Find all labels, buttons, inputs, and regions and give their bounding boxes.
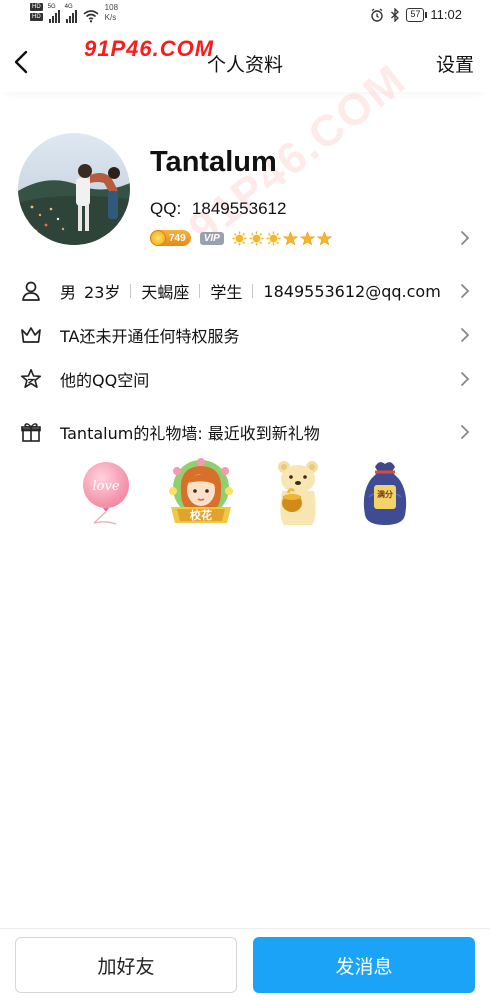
love-balloon-icon: love [83,462,129,525]
add-friend-button[interactable]: 加好友 [15,937,237,993]
gen-label-2: 4G [64,4,73,10]
bag-text: 满分 [377,489,393,499]
signal-icon-2: 4G [64,4,77,23]
avatar[interactable] [18,133,130,245]
watermark-logo: 91P46.COM [84,36,215,61]
level-icons [232,230,332,246]
gender: 男 [60,283,77,302]
coin-count: 749 [169,232,186,244]
privilege-row[interactable]: TA还未开通任何特权服务 [0,318,490,350]
star-icon [282,230,298,245]
settings-button[interactable]: 设置 [436,50,474,77]
privilege-label: TA还未开通任何特权服务 [60,327,240,346]
nav-bar: 个人资料 设置 [0,32,490,92]
chevron-right-icon [461,425,470,439]
gift-love-balloon[interactable]: love [76,457,136,529]
signal-icon: 5G [47,4,60,23]
chevron-right-icon [461,284,470,298]
bottom-action-bar: 加好友 发消息 [0,928,490,1000]
gen-label-1: 5G [47,4,56,10]
network-speed: 108 K/s [105,3,118,23]
age: 23岁 [84,283,121,302]
star-icon [316,230,332,245]
bluetooth-icon [391,7,400,22]
separator [130,284,132,298]
send-message-button[interactable]: 发消息 [253,937,475,993]
gift-honey-bear[interactable] [268,457,328,529]
alarm-icon [371,7,384,22]
qzone-label: 他的QQ空间 [60,371,150,390]
coin-icon [150,230,166,246]
status-bar: HD HD 5G 4G 108 K/s 57 11:02 [0,0,490,32]
qzone-row[interactable]: 他的QQ空间 [0,362,490,394]
chevron-right-icon [461,328,470,342]
page-title: 个人资料 [206,54,283,76]
crown-icon [21,327,41,343]
chevron-right-icon[interactable] [460,230,470,246]
separator [199,284,201,298]
avatar-image [18,133,130,245]
battery-icon: 57 [406,7,428,22]
speed-unit: K/s [104,13,117,22]
star-icon [299,230,315,245]
email: 1849553612@qq.com [263,281,441,301]
info-row[interactable]: 男 23岁 天蝎座 学生 1849553612@qq.com [0,274,490,306]
gift-wall-row[interactable]: Tantalum的礼物墙: 最近收到新礼物 [0,415,490,447]
hd-badge-1: HD [30,3,43,11]
zodiac: 天蝎座 [141,283,190,302]
sun-icon [232,230,247,246]
status-time: 11:02 [430,7,462,22]
full-marks-bag-icon: 满分 [363,462,407,525]
sun-icon [266,230,281,246]
person-icon [22,281,40,301]
gift-full-marks-bag[interactable]: 满分 [355,457,415,529]
wifi-icon [83,10,99,23]
coin-badge: 749 [150,230,191,246]
belle-text: 校花 [190,508,212,522]
gift-school-belle[interactable]: 校花 [163,457,239,529]
occupation: 学生 [210,283,243,302]
chevron-right-icon [461,372,470,386]
gift-icon [21,423,41,442]
qq-line: QQ: 1849553612 [150,199,286,219]
sun-icon [249,230,264,246]
status-right: 57 11:02 [370,7,462,22]
qq-label: QQ: [150,199,182,218]
vip-badge: VIP [199,231,224,245]
profile-name: Tantalum [150,146,277,178]
star-outline-icon [20,369,42,388]
school-belle-icon: 校花 [169,458,233,523]
qq-number: 1849553612 [191,199,287,218]
badge-row[interactable]: 749 VIP [150,229,332,247]
separator [252,284,254,298]
gift-wall-label: Tantalum的礼物墙: 最近收到新礼物 [60,424,320,443]
network-badges: HD HD [30,3,43,21]
status-left: HD HD 5G 4G 108 K/s [30,3,118,23]
speed-value: 108 [104,3,119,12]
hd-badge-2: HD [30,13,43,21]
info-text: 男 23岁 天蝎座 学生 1849553612@qq.com [60,279,441,303]
honey-bear-icon [278,461,318,525]
balloon-text: love [92,479,119,494]
